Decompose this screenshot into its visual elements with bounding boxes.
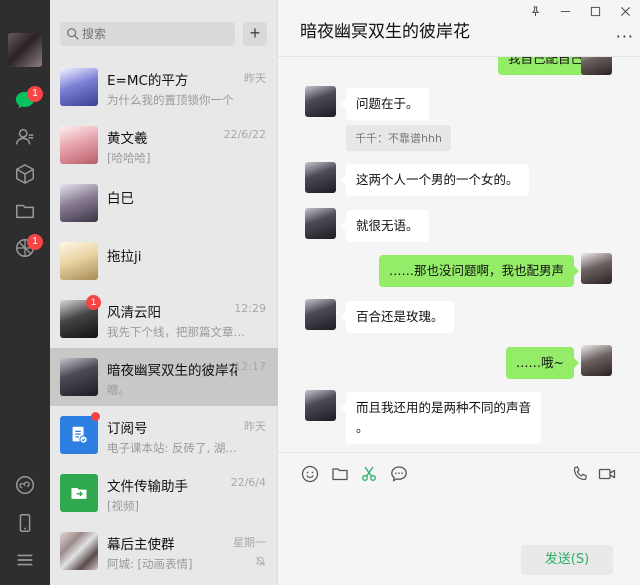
chat-name: 订阅号 — [107, 421, 148, 437]
chat-history-icon[interactable] — [390, 465, 408, 483]
voice-call-icon[interactable] — [571, 465, 589, 483]
avatar — [60, 358, 98, 396]
menu-icon[interactable] — [11, 546, 39, 574]
search-box[interactable] — [60, 22, 235, 46]
chat-name: 白巳 — [107, 191, 134, 207]
chat-time: 12:29 — [234, 302, 266, 315]
sidebar: 1 1 — [0, 0, 50, 585]
search-input[interactable] — [82, 24, 230, 44]
chat-item-group[interactable]: 幕后主使群 星期一 阿城: [动画表情] — [50, 522, 278, 580]
avatar — [60, 184, 98, 222]
chat-list-panel: + E=MC的平方 昨天 为什么我的置顶锁你一个 黄文羲 22/6/22 [哈哈… — [50, 0, 278, 585]
video-call-icon[interactable] — [598, 465, 616, 483]
chat-time: 星期一 — [233, 536, 266, 549]
message-bubble-sent[interactable]: 我自己配自己 — [497, 57, 599, 75]
chat-item-emc[interactable]: E=MC的平方 昨天 为什么我的置顶锁你一个 — [50, 58, 278, 116]
contact-avatar[interactable] — [305, 299, 336, 330]
chat-preview: [哈哈哈] — [107, 151, 151, 165]
message-list: 我自己配自己 问题在于。 千千：不靠谱hhh 这两个人一个男的一个女的。 就很无… — [278, 57, 640, 452]
add-button[interactable]: + — [243, 22, 267, 46]
contacts-icon[interactable] — [11, 123, 39, 151]
chat-name: E=MC的平方 — [107, 73, 189, 89]
more-options-button[interactable]: ··· — [616, 27, 634, 46]
message-bubble-sent[interactable]: ……那也没问题啊，我也配男声 — [378, 255, 580, 287]
folder-icon[interactable] — [11, 197, 39, 225]
chat-badge: 1 — [27, 86, 43, 102]
chat-time: 昨天 — [244, 420, 266, 433]
screenshot-scissors-icon[interactable] — [360, 465, 378, 483]
contact-avatar[interactable] — [305, 208, 336, 239]
subscriptions-icon — [60, 416, 98, 454]
mini-program-icon[interactable] — [11, 471, 39, 499]
unread-dot — [91, 412, 100, 421]
chat-name: 拖拉ji — [107, 249, 142, 265]
mute-bell-icon — [255, 556, 266, 566]
chat-item-huangwenxi[interactable]: 黄文羲 22/6/22 [哈哈哈] — [50, 116, 278, 174]
minimize-icon[interactable] — [557, 3, 573, 19]
chat-name: 幕后主使群 — [107, 537, 175, 553]
chat-time: 昨天 — [244, 72, 266, 85]
chat-preview: 我先下个线，把那篇文章… — [107, 325, 245, 339]
moments-badge: 1 — [27, 234, 43, 250]
my-message-avatar[interactable] — [581, 57, 612, 75]
message-bubble-received[interactable]: 这两个人一个男的一个女的。 — [341, 164, 529, 196]
chat-time: 12:17 — [234, 360, 266, 373]
chat-preview: 电子课本站: 反砖了, 湖… — [107, 441, 237, 455]
chat-item-tuolaji[interactable]: 拖拉ji — [50, 232, 278, 290]
chat-item-file-transfer[interactable]: 文件传输助手 22/6/4 [视频] — [50, 464, 278, 522]
avatar — [60, 242, 98, 280]
file-transfer-icon — [60, 474, 98, 512]
chat-name: 暗夜幽冥双生的彼岸花 — [107, 363, 237, 379]
chat-preview: 为什么我的置顶锁你一个 — [107, 93, 234, 107]
emoji-icon[interactable] — [301, 465, 319, 483]
message-bubble-received[interactable]: 问题在于。 — [341, 88, 429, 120]
chat-name: 黄文羲 — [107, 131, 148, 147]
input-toolbar — [278, 452, 640, 492]
message-bubble-sent[interactable]: ……哦~ — [506, 347, 579, 379]
group-avatar — [60, 532, 98, 570]
message-line: 而且我还用的是两种不同的声音 — [356, 400, 532, 415]
quoted-reply[interactable]: 千千：不靠谱hhh — [346, 125, 451, 151]
close-icon[interactable] — [617, 3, 633, 19]
message-bubble-received[interactable]: 就很无语。 — [341, 210, 429, 242]
avatar — [60, 68, 98, 106]
chat-name: 风清云阳 — [107, 305, 161, 321]
conversation-panel: 暗夜幽冥双生的彼岸花 ··· 我自己配自己 问题在于。 千千：不靠谱hhh 这两… — [278, 0, 640, 585]
my-message-avatar[interactable] — [581, 345, 612, 376]
phone-icon[interactable] — [11, 509, 39, 537]
unread-badge: 1 — [86, 295, 101, 310]
file-folder-icon[interactable] — [331, 465, 349, 483]
chat-item-fengqingyunyang[interactable]: 1 风清云阳 12:29 我先下个线，把那篇文章… — [50, 290, 278, 348]
my-message-avatar[interactable] — [581, 253, 612, 284]
chat-preview: 嗯。 — [107, 383, 130, 397]
contact-avatar[interactable] — [305, 390, 336, 421]
chat-time: 22/6/4 — [230, 476, 266, 489]
pin-icon[interactable] — [527, 3, 543, 19]
chat-name: 文件传输助手 — [107, 479, 188, 495]
maximize-icon[interactable] — [587, 3, 603, 19]
chat-item-subscriptions[interactable]: 订阅号 昨天 电子课本站: 反砖了, 湖… — [50, 406, 278, 464]
send-button[interactable]: 发送(S) — [521, 545, 613, 575]
chat-item-baisi[interactable]: 白巳 — [50, 174, 278, 232]
my-avatar[interactable] — [8, 33, 42, 67]
conversation-title: 暗夜幽冥双生的彼岸花 — [300, 22, 470, 42]
chat-preview: [视频] — [107, 499, 139, 513]
message-bubble-received[interactable]: 百合还是玫瑰。 — [341, 301, 454, 333]
contact-avatar[interactable] — [305, 162, 336, 193]
conversation-header: 暗夜幽冥双生的彼岸花 ··· — [278, 0, 640, 57]
favorites-cube-icon[interactable] — [11, 160, 39, 188]
contact-avatar[interactable] — [305, 86, 336, 117]
avatar — [60, 126, 98, 164]
chat-item-anye[interactable]: 暗夜幽冥双生的彼岸花 12:17 嗯。 — [50, 348, 278, 406]
message-bubble-received[interactable]: 而且我还用的是两种不同的声音 。 — [340, 392, 542, 444]
message-input[interactable] — [278, 490, 640, 540]
search-icon — [67, 28, 79, 40]
chat-time: 22/6/22 — [223, 128, 266, 141]
chat-preview: 阿城: [动画表情] — [107, 557, 193, 571]
message-line: 。 — [356, 420, 369, 435]
